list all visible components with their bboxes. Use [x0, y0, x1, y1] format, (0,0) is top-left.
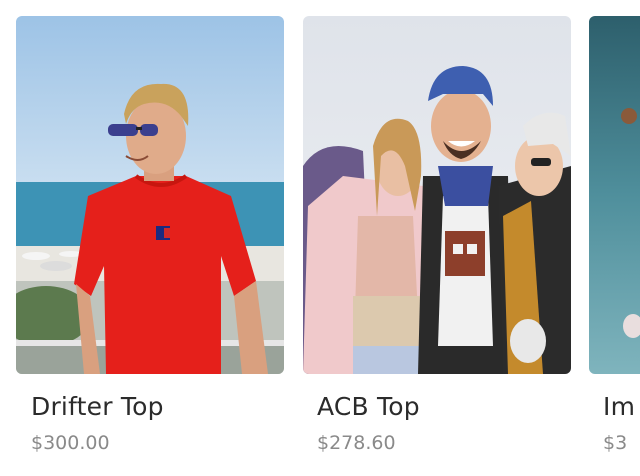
product-price: $3: [603, 432, 628, 454]
product-image[interactable]: [303, 16, 571, 374]
product-card[interactable]: ACB Top $278.60: [303, 16, 571, 454]
product-title[interactable]: Drifter Top: [31, 392, 164, 421]
product-carousel: Drifter Top $300.00 ACB Top $278.60 Im $…: [0, 0, 640, 476]
product-card[interactable]: Drifter Top $300.00: [16, 16, 284, 454]
product-title[interactable]: ACB Top: [317, 392, 420, 421]
product-title[interactable]: Im: [603, 392, 635, 421]
product-price: $278.60: [317, 432, 396, 454]
product-card[interactable]: Im $3: [589, 16, 640, 454]
product-price: $300.00: [31, 432, 110, 454]
product-image[interactable]: [16, 16, 284, 374]
product-image[interactable]: [589, 16, 640, 374]
